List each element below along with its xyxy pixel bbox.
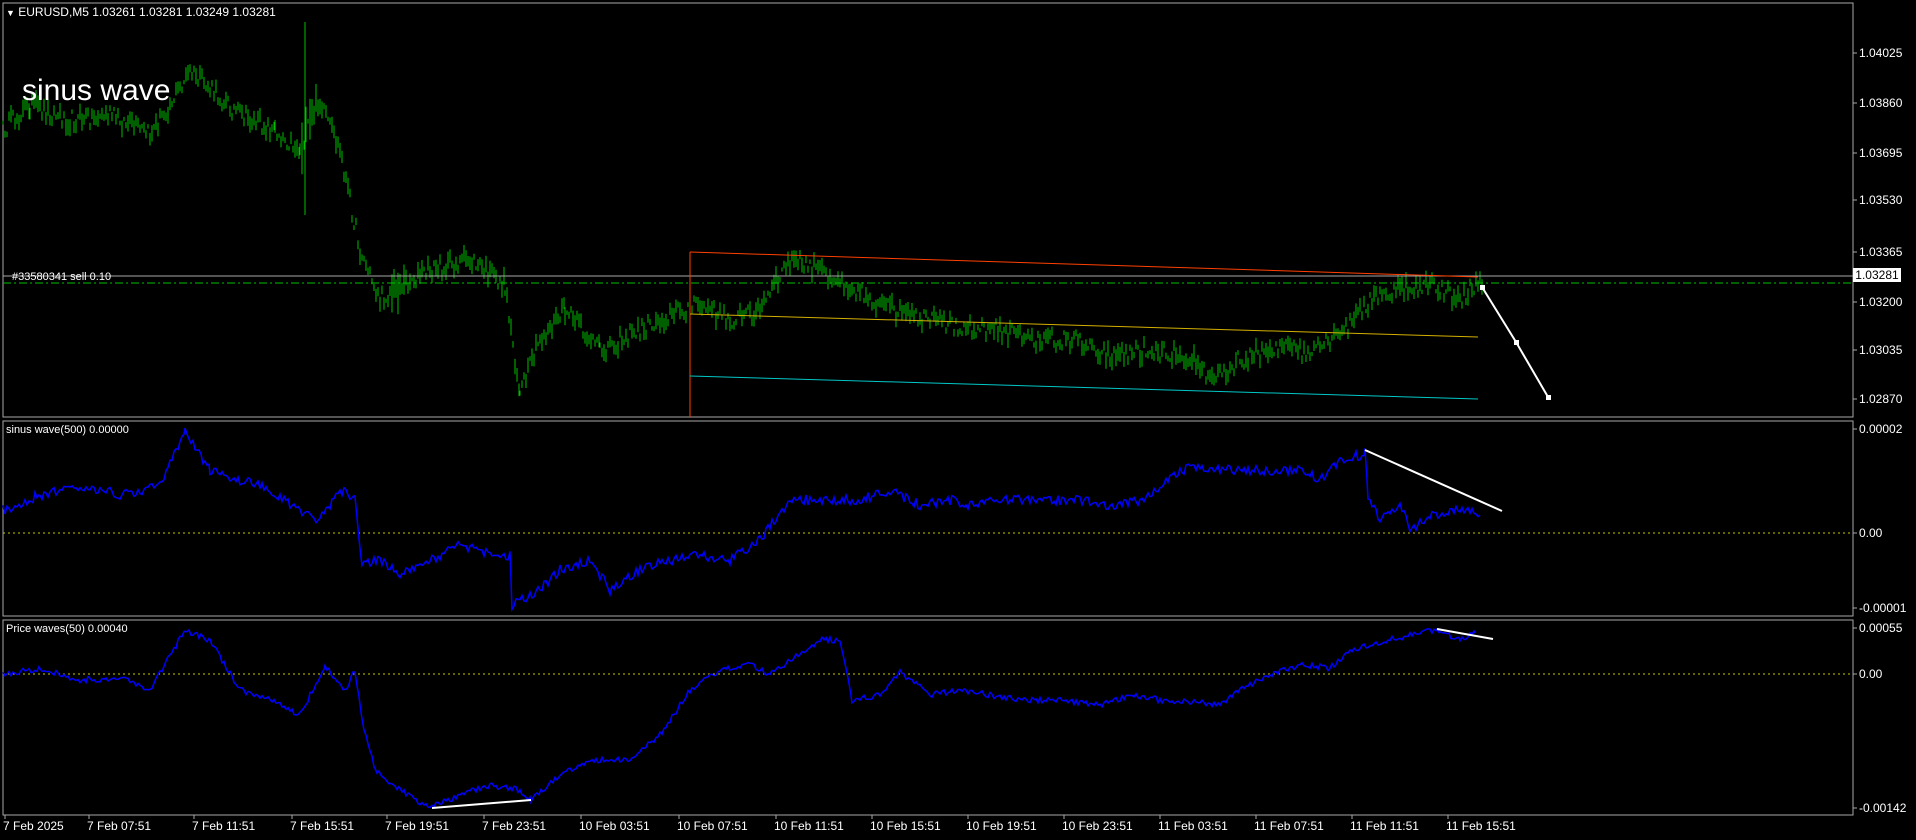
time-axis-label: 7 Feb 11:51 [192,819,256,833]
price-waves-axis-tick-label: 0.00055 [1859,621,1903,635]
symbol-header[interactable]: ▼ EURUSD,M5 1.03261 1.03281 1.03249 1.03… [6,5,276,19]
price-waves-pane-frame [2,619,1854,816]
sinus-pane-title: sinus wave(500) 0.00000 [6,424,129,436]
sinus-pane-frame [2,420,1854,617]
time-axis-label: 11 Feb 11:51 [1350,819,1419,833]
time-axis-label: 7 Feb 19:51 [385,819,450,833]
current-price-tag: 1.03281 [1853,268,1901,282]
price-axis-tick-label: 1.03365 [1859,245,1903,259]
time-axis-label: 11 Feb 03:51 [1158,819,1228,833]
time-axis-label: 11 Feb 07:51 [1254,819,1324,833]
time-axis-label: 10 Feb 19:51 [966,819,1037,833]
time-axis-label: 7 Feb 23:51 [482,819,547,833]
price-waves-axis-tick-label: 0.00 [1859,667,1883,681]
chart-text-label[interactable]: sinus wave [22,74,170,108]
sinus-axis-tick-label: 0.00002 [1859,422,1903,436]
price-axis-tick-label: 1.04025 [1859,46,1903,60]
forecast-point-2[interactable] [1514,340,1519,345]
collapse-arrow-icon[interactable]: ▼ [6,8,15,18]
price-axis-tick-label: 1.03200 [1859,295,1903,309]
sinus-axis-tick-label: 0.00 [1859,526,1883,540]
price-axis-tick-label: 1.02870 [1859,392,1903,406]
time-axis-label: 7 Feb 15:51 [290,819,355,833]
symbol-header-text: EURUSD,M5 1.03261 1.03281 1.03249 1.0328… [18,5,276,19]
time-axis-label: 7 Feb 07:51 [87,819,152,833]
sinus-axis-tick-label: -0.00001 [1859,601,1907,615]
price-axis-tick-label: 1.03035 [1859,343,1903,357]
forecast-point-1[interactable] [1480,285,1485,290]
forecast-point-3[interactable] [1546,395,1551,400]
order-line-label: #33580341 sell 0.10 [12,271,112,283]
time-axis-label: 10 Feb 15:51 [870,819,941,833]
time-axis-label: 10 Feb 03:51 [579,819,650,833]
time-axis-label: 10 Feb 23:51 [1062,819,1133,833]
time-axis-label: 7 Feb 2025 [3,819,64,833]
price-axis-tick-label: 1.03695 [1859,146,1903,160]
time-axis-label: 10 Feb 11:51 [774,819,844,833]
price-waves-pane-title: Price waves(50) 0.00040 [6,623,128,635]
chart-window[interactable] [0,0,1916,840]
time-axis-label: 10 Feb 07:51 [677,819,748,833]
price-pane-frame [2,2,1854,418]
time-axis-label: 11 Feb 15:51 [1446,819,1516,833]
price-axis-tick-label: 1.03860 [1859,96,1903,110]
price-axis-tick-label: 1.03530 [1859,193,1903,207]
price-waves-axis-tick-label: -0.00142 [1859,801,1907,815]
